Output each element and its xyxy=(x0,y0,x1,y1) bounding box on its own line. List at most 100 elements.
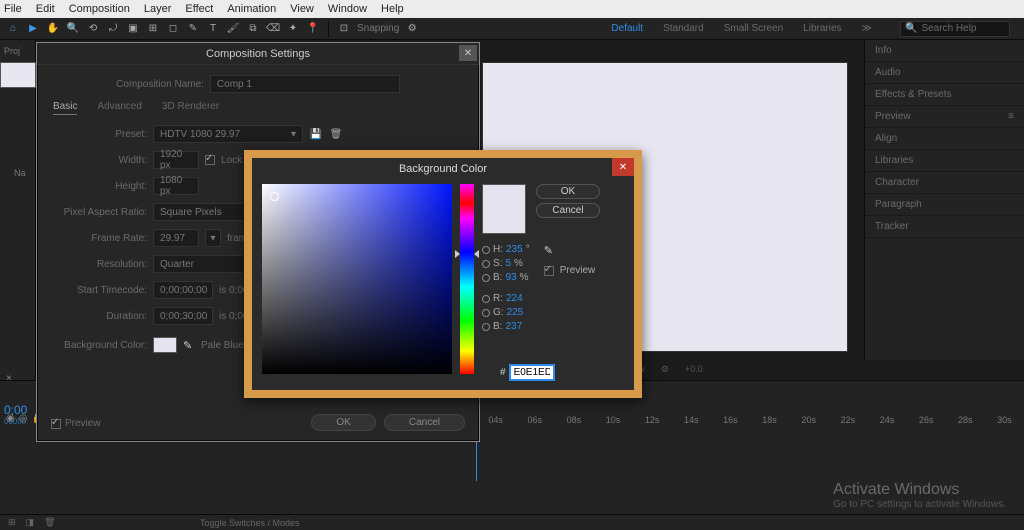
comp-cancel-button[interactable]: Cancel xyxy=(384,414,465,431)
help-search-input[interactable]: 🔍 Search Help xyxy=(900,21,1010,37)
eraser-tool-icon[interactable]: ⌫ xyxy=(266,22,280,36)
workspace-small[interactable]: Small Screen xyxy=(724,23,783,34)
bc-radio[interactable] xyxy=(482,323,490,331)
tab-advanced[interactable]: Advanced xyxy=(97,101,141,115)
eyedropper-icon[interactable]: ✎ xyxy=(183,339,195,351)
color-ok-button[interactable]: OK xyxy=(536,184,600,199)
b-radio[interactable] xyxy=(482,274,490,282)
home-icon[interactable]: ⌂ xyxy=(6,22,20,36)
puppet-tool-icon[interactable]: 📍 xyxy=(306,22,320,36)
s-radio[interactable] xyxy=(482,260,490,268)
s-value[interactable]: 5 xyxy=(505,258,511,269)
duration-input[interactable]: 0;00;30;00 xyxy=(153,307,213,325)
snapping-icon[interactable]: ⊡ xyxy=(337,22,351,36)
clone-tool-icon[interactable]: ⧉ xyxy=(246,22,260,36)
snap-opt-icon[interactable]: ⚙ xyxy=(405,22,419,36)
camera-tool-icon[interactable]: ▣ xyxy=(126,22,140,36)
bgcolor-swatch[interactable] xyxy=(153,337,177,353)
tab-close-icon[interactable]: × xyxy=(6,373,12,384)
menu-layer[interactable]: Layer xyxy=(144,3,172,15)
b-value[interactable]: 93 xyxy=(505,272,516,283)
eyedropper-icon[interactable]: ✎ xyxy=(544,244,556,256)
g-radio[interactable] xyxy=(482,309,490,317)
res-dropdown[interactable]: Quarter xyxy=(153,255,253,273)
delete-preset-icon[interactable]: 🗑 xyxy=(329,127,343,141)
lock-aspect-checkbox[interactable] xyxy=(205,155,215,165)
workspace-more-icon[interactable]: ≫ xyxy=(862,23,872,34)
footer-icon[interactable]: ◨ xyxy=(26,517,35,528)
h-radio[interactable] xyxy=(482,246,490,254)
panel-info[interactable]: Info xyxy=(865,40,1024,62)
menu-window[interactable]: Window xyxy=(328,3,367,15)
pen-tool-icon[interactable]: ✎ xyxy=(186,22,200,36)
comp-preview-checkbox[interactable] xyxy=(51,419,61,429)
menu-effect[interactable]: Effect xyxy=(185,3,213,15)
toggle-switches-label[interactable]: Toggle Switches / Modes xyxy=(200,518,300,528)
menu-file[interactable]: File xyxy=(4,3,22,15)
h-value[interactable]: 235 xyxy=(506,244,523,255)
r-value[interactable]: 224 xyxy=(506,293,523,304)
hue-slider[interactable] xyxy=(460,184,474,374)
settings-icon[interactable]: ⚙ xyxy=(661,364,669,375)
workspace-standard[interactable]: Standard xyxy=(663,23,704,34)
fps-dropdown[interactable]: ▾ xyxy=(205,229,221,247)
fps-input[interactable]: 29.97 xyxy=(153,229,199,247)
panel-tracker[interactable]: Tracker xyxy=(865,216,1024,238)
tab-3d-renderer[interactable]: 3D Renderer xyxy=(162,101,219,115)
eye-icon[interactable]: ◉ xyxy=(6,413,15,424)
project-thumb[interactable] xyxy=(0,62,36,88)
shape-tool-icon[interactable]: ◻ xyxy=(166,22,180,36)
color-dialog-titlebar[interactable]: Background Color ✕ xyxy=(252,158,634,180)
panel-effects-presets[interactable]: Effects & Presets xyxy=(865,84,1024,106)
panel-audio[interactable]: Audio xyxy=(865,62,1024,84)
menu-help[interactable]: Help xyxy=(381,3,404,15)
hex-input[interactable] xyxy=(510,365,554,380)
color-cancel-button[interactable]: Cancel xyxy=(536,203,600,218)
panel-character[interactable]: Character xyxy=(865,172,1024,194)
height-input[interactable]: 1080 px xyxy=(153,177,199,195)
r-radio[interactable] xyxy=(482,295,490,303)
type-tool-icon[interactable]: T xyxy=(206,22,220,36)
time-ruler[interactable]: 04s 06s 08s 10s 12s 14s 16s 18s 20s 22s … xyxy=(476,411,1024,429)
menu-composition[interactable]: Composition xyxy=(69,3,130,15)
save-preset-icon[interactable]: 💾 xyxy=(309,127,323,141)
hand-tool-icon[interactable]: ✋ xyxy=(46,22,60,36)
selection-tool-icon[interactable]: ▶ xyxy=(26,22,40,36)
start-tc-input[interactable]: 0;00;00;00 xyxy=(153,281,213,299)
comp-name-input[interactable]: Comp 1 xyxy=(210,75,400,93)
solo-icon[interactable]: ◎ xyxy=(19,413,28,424)
menu-view[interactable]: View xyxy=(290,3,314,15)
zoom-tool-icon[interactable]: 🔍 xyxy=(66,22,80,36)
brush-tool-icon[interactable]: 🖌 xyxy=(226,22,240,36)
orbit-tool-icon[interactable]: ⟲ xyxy=(86,22,100,36)
preset-dropdown[interactable]: HDTV 1080 29.97▾ xyxy=(153,125,303,143)
pan-behind-tool-icon[interactable]: ⊞ xyxy=(146,22,160,36)
name-column-header[interactable]: Na xyxy=(14,168,26,178)
panel-menu-icon[interactable]: ≡ xyxy=(1008,111,1014,122)
snapping-label[interactable]: Snapping xyxy=(357,23,399,34)
bc-value[interactable]: 237 xyxy=(505,321,522,332)
workspace-default[interactable]: Default xyxy=(611,23,643,34)
footer-icon[interactable]: 🗑 xyxy=(44,517,55,528)
comp-ok-button[interactable]: OK xyxy=(311,414,375,431)
panel-align[interactable]: Align xyxy=(865,128,1024,150)
saturation-value-field[interactable] xyxy=(262,184,452,374)
roto-tool-icon[interactable]: ✦ xyxy=(286,22,300,36)
panel-preview[interactable]: Preview≡ xyxy=(865,106,1024,128)
tab-basic[interactable]: Basic xyxy=(53,101,77,115)
close-icon[interactable]: ✕ xyxy=(612,158,634,176)
dialog-titlebar[interactable]: Composition Settings ✕ xyxy=(37,43,479,65)
workspace-libraries[interactable]: Libraries xyxy=(803,23,841,34)
color-preview-checkbox[interactable] xyxy=(544,266,554,276)
sv-cursor[interactable] xyxy=(270,192,279,201)
panel-paragraph[interactable]: Paragraph xyxy=(865,194,1024,216)
close-icon[interactable]: ✕ xyxy=(459,45,477,61)
menu-animation[interactable]: Animation xyxy=(227,3,276,15)
footer-icon[interactable]: ⊞ xyxy=(8,517,16,528)
rotate-tool-icon[interactable]: ⤾ xyxy=(106,22,120,36)
viewer-angle[interactable]: +0.0 xyxy=(685,364,703,374)
par-dropdown[interactable]: Square Pixels xyxy=(153,203,253,221)
menu-edit[interactable]: Edit xyxy=(36,3,55,15)
project-tab[interactable]: Proj xyxy=(4,46,20,56)
width-input[interactable]: 1920 px xyxy=(153,151,199,169)
